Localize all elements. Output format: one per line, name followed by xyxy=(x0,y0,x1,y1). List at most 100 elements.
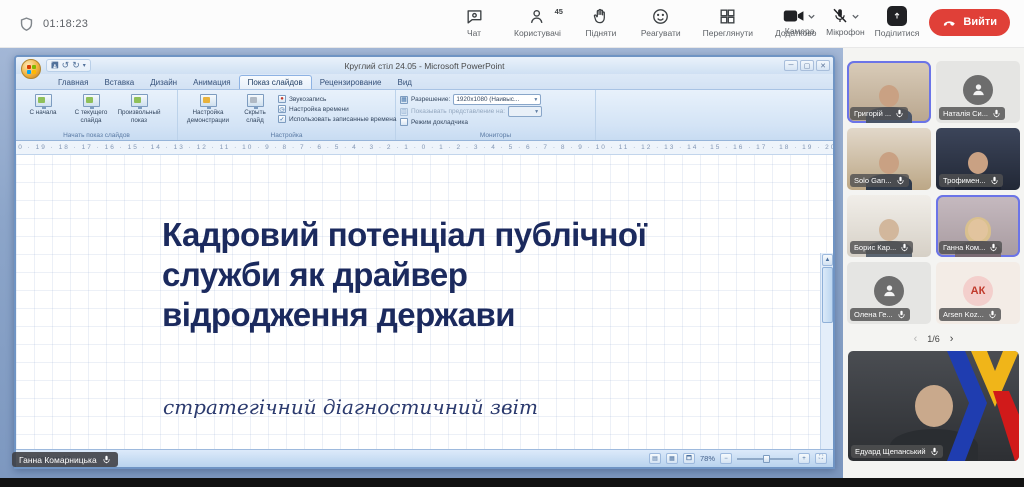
zoom-out-button[interactable]: − xyxy=(720,453,732,464)
participant-name-tag: Наталія Си... xyxy=(939,107,1005,120)
office-logo-icon xyxy=(27,65,36,74)
horizontal-ruler: 22 · 21 · 20 · 19 · 18 · 17 · 16 · 15 · … xyxy=(16,141,833,155)
leave-button[interactable]: Вийти xyxy=(929,9,1010,36)
leave-label: Вийти xyxy=(963,16,997,28)
scrollbar-thumb[interactable] xyxy=(822,267,833,323)
slideshow-view-button[interactable]: 🗖 xyxy=(683,453,695,464)
ribbon-tab[interactable]: Рецензирование xyxy=(312,76,390,89)
mic-muted-icon xyxy=(989,243,998,252)
scroll-up-arrow[interactable]: ▲ xyxy=(822,254,833,266)
view-button[interactable]: Переглянути xyxy=(699,4,757,41)
mic-muted-icon xyxy=(831,7,849,25)
normal-view-button[interactable]: ▤ xyxy=(649,453,661,464)
zoom-slider[interactable] xyxy=(737,458,793,460)
setup-slideshow-button[interactable]: Настройка демонстрации xyxy=(182,93,234,125)
from-current-slide-button[interactable]: С текущего слайда xyxy=(68,93,114,128)
page-next-icon[interactable]: › xyxy=(950,333,954,345)
shield-icon xyxy=(18,16,35,33)
participant-tile[interactable]: Solo Gan... xyxy=(847,128,931,190)
participant-tile[interactable]: Григорій ... xyxy=(847,61,931,123)
participant-name-tag: Arsen Koz... xyxy=(939,308,1001,321)
brand-logo-overlay-icon xyxy=(929,351,1019,461)
camera-button[interactable]: Камера xyxy=(783,8,816,36)
presenter-view-checkbox[interactable]: Режим докладчика xyxy=(400,118,591,126)
chat-button[interactable]: Чат xyxy=(452,4,496,41)
participant-name-tag: Ганна Ком... xyxy=(939,241,1002,254)
rehearse-timings-button[interactable]: ◷ Настройка времени xyxy=(278,105,397,113)
spotlight-tile[interactable]: Едуард Щепанський xyxy=(848,351,1019,461)
participant-name: Едуард Щепанський xyxy=(855,447,926,456)
custom-slideshow-button[interactable]: Произвольный показ xyxy=(116,93,162,128)
participant-tile[interactable]: Трофимен... xyxy=(936,128,1020,190)
ribbon-tab[interactable]: Вставка xyxy=(96,76,142,89)
raise-hand-button[interactable]: Підняти xyxy=(579,4,623,41)
participant-name: Григорій ... xyxy=(854,109,891,118)
zoom-slider-handle[interactable] xyxy=(763,455,770,463)
participant-name: Solo Gan... xyxy=(854,176,892,185)
slideshow-icon xyxy=(35,94,52,107)
participant-name: Олена Ге... xyxy=(854,310,893,319)
participant-name: Arsen Koz... xyxy=(943,310,984,319)
participant-tile[interactable]: Ганна Ком... xyxy=(936,195,1020,257)
ribbon-tab[interactable]: Дизайн xyxy=(142,76,185,89)
participants-icon xyxy=(528,7,547,26)
toolbar-center: Чат 45 Користувачі Підняти Реагувати Пер… xyxy=(452,4,820,41)
mic-button[interactable]: Мікрофон xyxy=(826,7,865,37)
mic-muted-icon xyxy=(930,447,939,456)
mic-muted-icon xyxy=(992,109,1001,118)
slideshow-icon xyxy=(131,94,148,107)
react-button[interactable]: Реагувати xyxy=(637,4,685,41)
ribbon-tab[interactable]: Показ слайдов xyxy=(239,75,312,89)
qat-dropdown-icon[interactable]: ▾ xyxy=(83,63,86,69)
participant-name-tag: Solo Gan... xyxy=(850,174,909,187)
ribbon-tab[interactable]: Главная xyxy=(50,76,96,89)
redo-icon[interactable]: ↻ xyxy=(72,61,80,70)
mic-chevron-icon[interactable] xyxy=(851,12,860,21)
ppt-title-bar[interactable]: Круглий стіл 24.05 - Microsoft PowerPoin… xyxy=(16,57,833,74)
toolbar-right: Камера Мікрофон Поділитися Вийти xyxy=(783,6,1010,38)
use-timings-checkbox[interactable]: ✓ Использовать записанные времена xyxy=(278,115,397,123)
slide-subtitle: стратегічний діагностичний звіт xyxy=(163,395,538,419)
participant-tile[interactable]: Наталія Си... xyxy=(936,61,1020,123)
react-icon xyxy=(651,7,670,26)
office-button[interactable] xyxy=(21,59,41,79)
resolution-dropdown[interactable]: 1920x1080 (Наивыс...▼ xyxy=(453,94,541,105)
share-button[interactable]: Поділитися xyxy=(875,6,920,38)
hide-slide-button[interactable]: Скрыть слайд xyxy=(236,93,274,125)
save-icon[interactable]: 🖪 xyxy=(51,61,59,70)
participant-tile[interactable]: АК Arsen Koz... xyxy=(936,262,1020,324)
leave-phone-icon xyxy=(942,15,957,30)
participant-tile[interactable]: Борис Кар... xyxy=(847,195,931,257)
undo-icon[interactable]: ↺ xyxy=(62,61,70,70)
camera-chevron-icon[interactable] xyxy=(807,12,816,21)
raise-hand-label: Підняти xyxy=(585,28,616,38)
powerpoint-window: Круглий стіл 24.05 - Microsoft PowerPoin… xyxy=(14,55,835,469)
maximize-button[interactable]: ▢ xyxy=(800,60,814,71)
participants-button[interactable]: 45 Користувачі xyxy=(510,4,565,41)
share-screen-icon xyxy=(887,6,907,26)
zoom-in-button[interactable]: + xyxy=(798,453,810,464)
avatar-placeholder-icon xyxy=(963,75,993,105)
vertical-scrollbar[interactable]: ▲ ⏶ ⏷ ▼ xyxy=(820,253,833,469)
react-label: Реагувати xyxy=(641,28,681,38)
checkbox-empty-icon xyxy=(400,118,408,126)
meeting-timer: 01:18:23 xyxy=(43,18,88,30)
mic-muted-icon xyxy=(900,243,909,252)
sorter-view-button[interactable]: ▦ xyxy=(666,453,678,464)
slide-title: Кадровий потенціал публічної служби як д… xyxy=(162,215,646,335)
ribbon-tab[interactable]: Анимация xyxy=(185,76,239,89)
participant-tile[interactable]: Олена Ге... xyxy=(847,262,931,324)
screen: 01:18:23 Чат 45 Користувачі Підняти Реаг… xyxy=(0,0,1024,487)
fit-to-window-button[interactable]: ⛶ xyxy=(815,453,827,464)
setup-icon xyxy=(200,94,217,107)
close-button[interactable]: ✕ xyxy=(816,60,830,71)
bottom-black-bar xyxy=(0,478,1024,487)
initials-avatar: АК xyxy=(963,276,993,306)
page-previous-icon[interactable]: ‹ xyxy=(914,333,918,345)
ribbon-tab[interactable]: Вид xyxy=(390,76,420,89)
record-narration-button[interactable]: ● Звукозапись xyxy=(278,95,397,103)
from-beginning-button[interactable]: С начала xyxy=(20,93,66,128)
minimize-button[interactable]: ─ xyxy=(784,60,798,71)
slide-canvas: Кадровий потенціал публічної служби як д… xyxy=(16,155,833,453)
participant-name-tag: Борис Кар... xyxy=(850,241,913,254)
